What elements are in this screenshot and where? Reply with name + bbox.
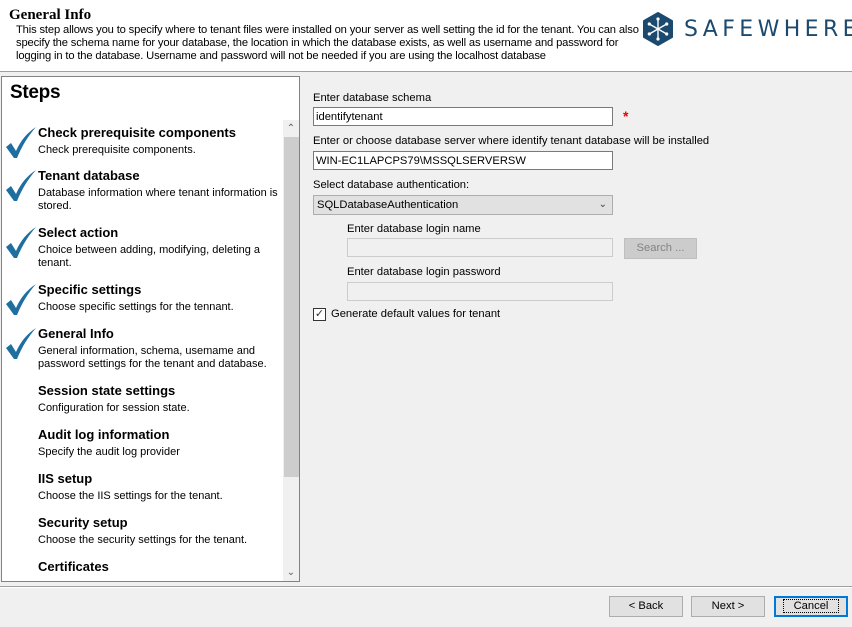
step-description: General information, schema, usemame and… — [38, 345, 267, 370]
cancel-button-label: Cancel — [782, 599, 840, 613]
checkmark-icon — [6, 227, 36, 258]
scroll-up-icon[interactable]: ⌃ — [283, 120, 299, 137]
logo-text: SAFEWHERE — [684, 16, 852, 42]
step-title: Security setup — [38, 515, 128, 530]
auth-select-value: SQLDatabaseAuthentication — [317, 199, 459, 211]
checkmark-icon — [6, 284, 36, 315]
step-description: Database information where tenant inform… — [38, 187, 278, 212]
step-title: General Info — [38, 326, 114, 341]
step-title: Certificates — [38, 559, 109, 574]
chevron-down-icon: ⌄ — [598, 199, 607, 210]
step-title: Specific settings — [38, 282, 142, 297]
schema-input[interactable] — [313, 107, 613, 126]
scrollbar-thumb[interactable] — [284, 137, 299, 477]
step-title: Tenant database — [38, 168, 140, 183]
generate-defaults-label[interactable]: Generate default values for tenant — [331, 308, 500, 320]
login-password-input[interactable] — [347, 282, 613, 301]
wizard-header: General Info This step allows you to spe… — [0, 0, 852, 72]
login-name-input[interactable] — [347, 238, 613, 257]
checkmark-icon — [6, 170, 36, 201]
required-marker: * — [623, 108, 629, 124]
steps-panel: Steps Check prerequisite components Check… — [1, 76, 300, 582]
step-description: Configuration for session state. — [38, 402, 190, 414]
step-description: Check prerequisite components. — [38, 144, 196, 156]
steps-title: Steps — [10, 82, 61, 103]
step-title: Check prerequisite components — [38, 125, 236, 140]
step-description: Choose the IIS settings for the tenant. — [38, 490, 223, 502]
auth-label: Select database authentication: — [313, 179, 470, 191]
generate-defaults-checkbox[interactable]: ✓ — [313, 308, 326, 321]
login-password-label: Enter database login password — [347, 266, 501, 278]
step-description: Specify the audit log provider — [38, 446, 180, 458]
page-title: General Info — [9, 7, 92, 23]
checkmark-icon — [6, 328, 36, 359]
steps-scrollbar[interactable]: ⌃ ⌄ — [283, 120, 299, 581]
scroll-down-icon[interactable]: ⌄ — [283, 564, 299, 581]
step-title: Session state settings — [38, 383, 176, 398]
step-description: Choose specific settings for the tennant… — [38, 301, 234, 313]
checkmark-icon — [6, 127, 36, 158]
search-button[interactable]: Search ... — [624, 238, 697, 259]
snowflake-hexagon-icon — [643, 12, 673, 46]
schema-label: Enter database schema — [313, 92, 432, 104]
server-label: Enter or choose database server where id… — [313, 135, 710, 147]
cancel-button[interactable]: Cancel — [774, 596, 848, 617]
step-title: Select action — [38, 225, 119, 240]
step-title: Audit log information — [38, 427, 170, 442]
page-description: This step allows you to specify where to… — [16, 24, 639, 62]
login-name-label: Enter database login name — [347, 223, 481, 235]
auth-select[interactable]: SQLDatabaseAuthentication ⌄ — [313, 195, 613, 215]
safewhere-logo: SAFEWHERE — [642, 12, 852, 46]
step-description: Choose the security settings for the ten… — [38, 534, 248, 546]
back-button[interactable]: < Back — [609, 596, 683, 617]
server-input[interactable] — [313, 151, 613, 170]
next-button[interactable]: Next > — [691, 596, 765, 617]
step-description: Choice between adding, modifying, deleti… — [38, 244, 260, 269]
step-title: IIS setup — [38, 471, 93, 486]
